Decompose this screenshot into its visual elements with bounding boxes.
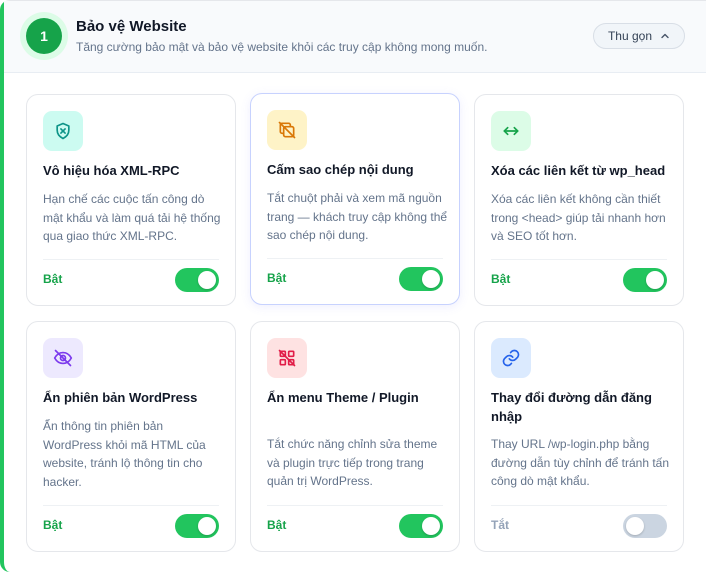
card-title: Ẩn menu Theme / Plugin — [267, 390, 419, 405]
toggle-switch[interactable] — [399, 267, 443, 291]
toggle-knob — [646, 271, 664, 289]
card-icon-box — [491, 338, 531, 378]
card-icon-box — [43, 338, 83, 378]
grid-off-icon — [278, 349, 296, 367]
card-description: Ẩn thông tin phiên bản WordPress khỏi mã… — [43, 419, 206, 489]
card-title: Cấm sao chép nội dung — [267, 162, 414, 177]
copy-off-icon — [278, 121, 296, 139]
card-description: Hạn chế các cuộc tấn công dò mật khẩu và… — [43, 192, 221, 243]
shield-x-icon — [56, 122, 70, 140]
link-icon — [502, 349, 520, 367]
status-label: Bật — [267, 271, 287, 285]
status-label: Bật — [267, 518, 287, 532]
toggle-switch[interactable] — [175, 514, 219, 538]
card-footer: Bật — [267, 505, 443, 538]
card-footer: Bật — [267, 258, 443, 291]
toggle-switch[interactable] — [623, 268, 667, 292]
card-footer: Bật — [43, 259, 219, 292]
card-title: Vô hiệu hóa XML-RPC — [43, 163, 180, 178]
website-protection-panel: 1 Bảo vệ Website Tăng cường bảo mật và b… — [0, 0, 706, 572]
card-footer: Bật — [43, 505, 219, 538]
toggle-knob — [626, 517, 644, 535]
status-label: Tắt — [491, 518, 509, 532]
collapse-button-label: Thu gọn — [607, 29, 653, 43]
status-label: Bật — [491, 272, 511, 286]
card-icon-box — [43, 111, 83, 151]
toggle-knob — [198, 517, 216, 535]
toggle-switch[interactable] — [175, 268, 219, 292]
card-title: Thay đổi đường dẫn đăng nhập — [491, 390, 652, 424]
status-label: Bật — [43, 272, 63, 286]
toggle-knob — [422, 270, 440, 288]
section-header: 1 Bảo vệ Website Tăng cường bảo mật và b… — [4, 1, 706, 73]
card-description: Tắt chức năng chỉnh sửa theme và plugin … — [267, 437, 438, 488]
card-title: Xóa các liên kết từ wp_head — [491, 163, 666, 178]
toggle-switch[interactable] — [399, 514, 443, 538]
feature-card-hide-theme-plugin-menu: Ẩn menu Theme / Plugin Tắt chức năng chỉ… — [250, 321, 460, 552]
feature-card-change-login-url: Thay đổi đường dẫn đăng nhập Thay URL /w… — [474, 321, 684, 552]
card-description: Tắt chuột phải và xem mã nguồn trang — k… — [267, 191, 448, 242]
status-label: Bật — [43, 518, 63, 532]
card-description: Thay URL /wp-login.php bằng đường dẫn tù… — [491, 437, 670, 488]
step-number: 1 — [26, 18, 62, 54]
card-footer: Tắt — [491, 505, 667, 538]
chevron-up-icon — [661, 33, 669, 39]
section-subtitle: Tăng cường bảo mật và bảo vệ website khỏ… — [76, 40, 488, 54]
card-icon-box — [267, 338, 307, 378]
step-badge: 1 — [20, 12, 68, 60]
arrows-horizontal-icon — [503, 126, 519, 136]
toggle-knob — [198, 271, 216, 289]
feature-card-xmlrpc: Vô hiệu hóa XML-RPC Hạn chế các cuộc tấn… — [26, 94, 236, 306]
toggle-knob — [422, 517, 440, 535]
card-icon-box — [267, 110, 307, 150]
card-footer: Bật — [491, 259, 667, 292]
feature-card-hide-wp-version: Ẩn phiên bản WordPress Ẩn thông tin phiê… — [26, 321, 236, 552]
collapse-button[interactable]: Thu gọn — [593, 23, 685, 49]
feature-card-wp-head: Xóa các liên kết từ wp_head Xóa các liên… — [474, 94, 684, 306]
feature-card-disable-copy: Cấm sao chép nội dung Tắt chuột phải và … — [250, 93, 460, 305]
toggle-switch[interactable] — [623, 514, 667, 538]
card-description: Xóa các liên kết không cần thiết trong <… — [491, 192, 666, 243]
section-title: Bảo vệ Website — [76, 18, 187, 35]
eye-off-icon — [53, 349, 73, 367]
card-title: Ẩn phiên bản WordPress — [43, 390, 198, 405]
card-icon-box — [491, 111, 531, 151]
